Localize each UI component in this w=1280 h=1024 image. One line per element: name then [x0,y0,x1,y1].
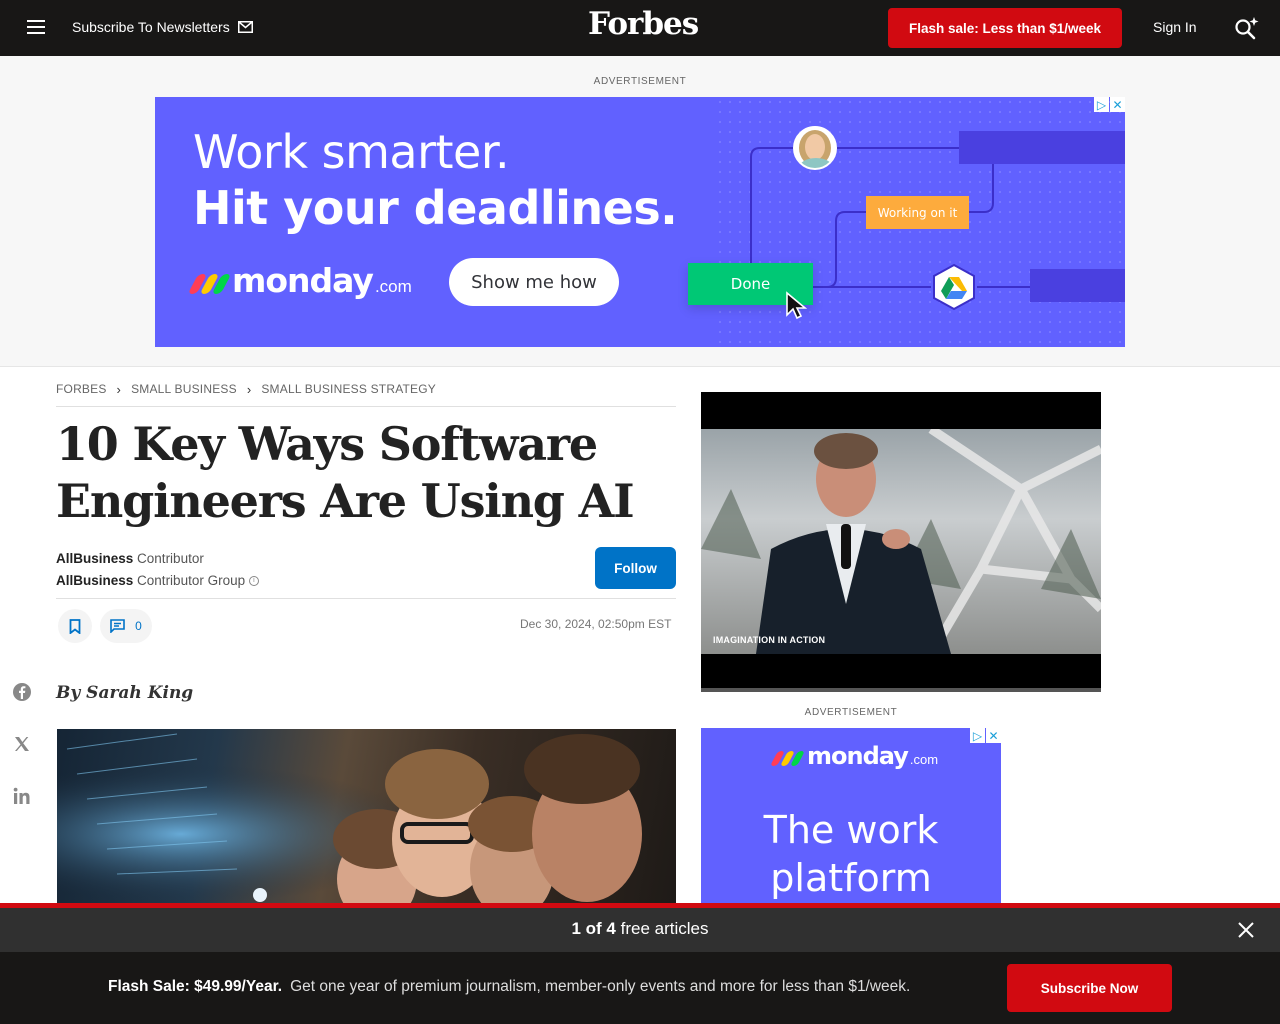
comment-icon [110,619,125,633]
breadcrumb: FORBES › SMALL BUSINESS › SMALL BUSINESS… [56,382,676,407]
sign-in-link[interactable]: Sign In [1153,19,1197,35]
close-icon[interactable] [1236,920,1256,940]
ad-decor-bar [1030,269,1125,302]
meter-count: 1 of 4 [571,919,616,938]
facebook-icon[interactable] [12,682,32,702]
monday-mark-icon [770,751,805,766]
promo-headline: Flash Sale: $49.99/Year. [108,978,283,995]
hero-illustration [57,729,676,904]
forbes-logo[interactable]: Forbes [588,6,699,42]
promo-description: Get one year of premium journalism, memb… [290,978,911,995]
show-me-how-button[interactable]: Show me how [449,258,619,306]
monday-wordmark: monday [807,742,909,770]
video-progress-bar[interactable] [701,688,1101,692]
publish-timestamp: Dec 30, 2024, 02:50pm EST [520,617,672,631]
menu-icon[interactable] [27,20,45,34]
ad-label: ADVERTISEMENT [593,76,687,87]
ad-choices[interactable]: ▷ ✕ [1094,97,1125,112]
author-name[interactable]: AllBusiness [56,573,133,588]
subscribe-now-button[interactable]: Subscribe Now [1007,964,1172,1012]
promo-text: Flash Sale: $49.99/Year. Get one year of … [108,978,910,996]
linkedin-icon[interactable] [12,786,32,806]
author-role: Contributor Group [137,573,246,588]
monday-logo: monday .com [187,261,412,300]
top-nav: Subscribe To Newsletters Forbes Flash sa… [0,0,1280,56]
newsletter-label: Subscribe To Newsletters [72,19,230,35]
ad-headline-2: Hit your deadlines. [193,181,678,235]
subscription-promo-bar: Flash Sale: $49.99/Year. Get one year of … [0,952,1280,1024]
search-icon[interactable] [1233,14,1261,42]
article-title: 10 Key Ways Software Engineers Are Using… [56,417,635,528]
bookmark-icon [69,618,81,634]
cursor-icon [786,291,808,320]
breadcrumb-item[interactable]: FORBES [56,382,107,406]
ad-decor-bar [959,131,1125,164]
adchoices-icon[interactable]: ▷ [1094,97,1109,112]
comment-count: 0 [135,619,142,633]
divider [56,598,676,599]
video-still [701,429,1101,654]
save-button[interactable] [58,609,92,643]
chevron-right-icon: › [116,382,122,397]
video-player[interactable]: IMAGINATION IN ACTION [701,392,1101,692]
hero-image [57,729,676,904]
breadcrumb-item[interactable]: SMALL BUSINESS [131,382,237,406]
newsletter-link[interactable]: Subscribe To Newsletters [72,19,253,35]
video-frame[interactable]: IMAGINATION IN ACTION [701,429,1101,654]
author-block: AllBusiness Contributor AllBusiness Cont… [56,548,259,592]
monday-suffix: .com [374,277,412,296]
x-twitter-icon[interactable] [12,734,32,754]
ad-close-icon[interactable]: ✕ [1110,97,1125,112]
google-drive-icon [933,263,975,311]
ad-label: ADVERTISEMENT [804,707,898,718]
avatar [793,126,837,170]
ad-choices[interactable]: ▷ ✕ [970,728,1001,743]
monday-side-ad[interactable]: monday .com The work platform ▷ ✕ [701,728,1001,908]
adchoices-icon[interactable]: ▷ [970,728,985,743]
status-working-label: Working on it [866,196,969,229]
monday-banner-ad[interactable]: Work smarter. Hit your deadlines. monday… [155,97,1125,347]
follow-button[interactable]: Follow [595,547,676,589]
side-ad-text: The work platform [763,808,939,900]
author-name[interactable]: AllBusiness [56,551,133,566]
author-line: AllBusiness Contributor Group i [56,570,259,592]
monday-suffix: .com [909,752,939,767]
monday-wordmark: monday [232,261,374,300]
breadcrumb-item[interactable]: SMALL BUSINESS STRATEGY [261,382,436,406]
info-icon[interactable]: i [248,576,259,587]
byline: By Sarah King [56,683,194,703]
article-meter-bar: 1 of 4 free articles [0,903,1280,952]
author-line: AllBusiness Contributor [56,548,259,570]
ad-headline-1: Work smarter. [193,125,510,179]
chevron-right-icon: › [246,382,252,397]
comments-button[interactable]: 0 [100,609,152,643]
monday-mark-icon [187,274,232,294]
top-ad-zone: ADVERTISEMENT Work smarter. Hit your dea… [0,56,1280,367]
video-caption: IMAGINATION IN ACTION [713,635,826,645]
meter-label: free articles [620,919,709,938]
ad-close-icon[interactable]: ✕ [986,728,1001,743]
author-role: Contributor [137,551,204,566]
monday-logo: monday .com [770,742,939,770]
flash-sale-button[interactable]: Flash sale: Less than $1/week [888,8,1122,48]
mail-icon [237,21,253,33]
meter-text: 1 of 4 free articles [0,919,1280,939]
